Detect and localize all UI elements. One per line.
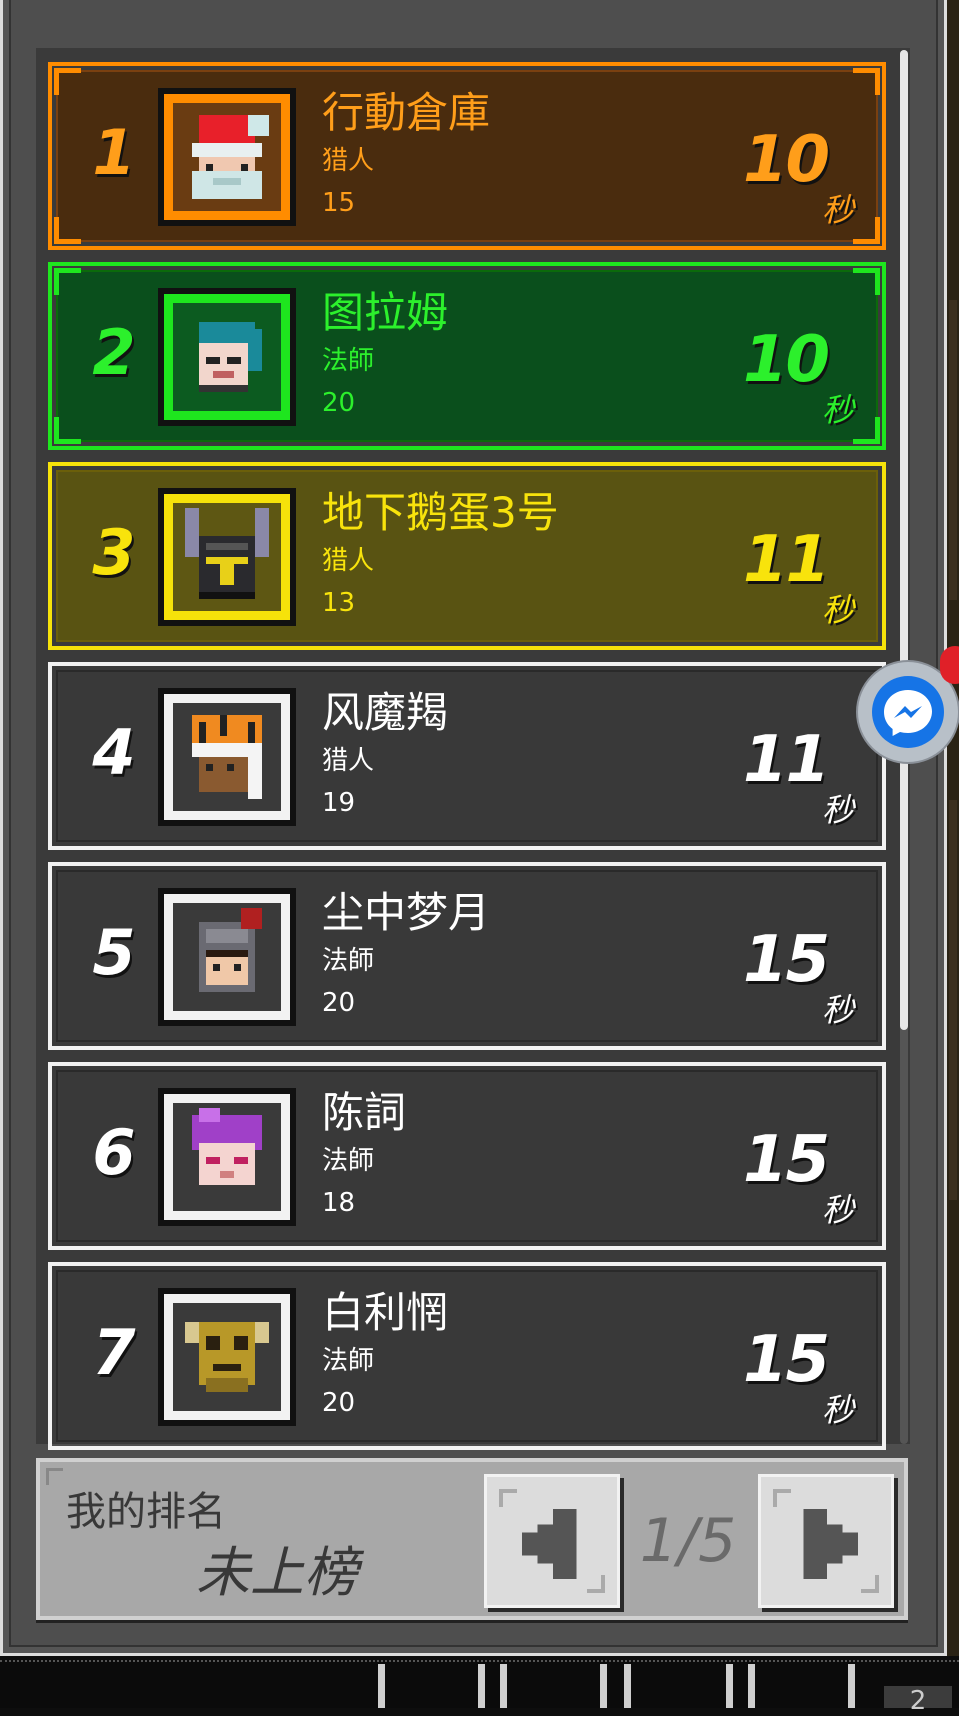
my-rank-value: 未上榜: [196, 1541, 358, 1604]
teal-hair-avatar-icon: [199, 322, 262, 392]
player-name: 地下鹅蛋3号: [322, 488, 559, 537]
time-unit: 秒: [821, 791, 854, 829]
leaderboard-row-2[interactable]: 2 图拉姆 法師 20 10 秒: [48, 262, 886, 450]
horned-helmet-avatar-icon: [185, 508, 269, 599]
time-unit: 秒: [821, 991, 854, 1029]
tiger-hood-avatar-icon: [192, 715, 262, 799]
leaderboard-row-3[interactable]: 3 地下鹅蛋3号 猎人 13 11 秒: [48, 462, 886, 650]
rank-number: 1: [92, 116, 136, 189]
time-unit: 秒: [821, 591, 854, 629]
clear-time: 10: [742, 323, 830, 397]
player-class: 猎人: [322, 746, 375, 776]
player-level: 19: [322, 788, 356, 818]
scrollbar-thumb[interactable]: [900, 50, 908, 1030]
player-avatar: [158, 1088, 296, 1226]
player-level: 20: [322, 988, 356, 1018]
player-level: 18: [322, 1188, 356, 1218]
purple-hair-avatar-icon: [192, 1108, 262, 1185]
rank-number: 4: [92, 716, 136, 789]
player-class: 猎人: [322, 546, 375, 576]
left-arrow-icon: [521, 1509, 577, 1579]
rank-number: 3: [92, 516, 136, 589]
messenger-icon: [884, 690, 932, 736]
time-unit: 秒: [821, 391, 854, 429]
clear-time: 10: [742, 123, 830, 197]
player-level: 13: [322, 588, 356, 618]
player-class: 法師: [322, 346, 375, 376]
bottom-bar: [0, 1660, 959, 1708]
leaderboard-row-4[interactable]: 4 风魔羯 猎人 19 11 秒: [48, 662, 886, 850]
player-name: 陈詞: [322, 1088, 407, 1137]
player-class: 猎人: [322, 146, 375, 176]
bottom-page-chip: 2: [884, 1686, 952, 1716]
player-avatar: [158, 888, 296, 1026]
clear-time: 11: [742, 723, 830, 797]
rank-number: 6: [92, 1116, 136, 1189]
player-class: 法師: [322, 946, 375, 976]
knight-helmet-avatar-icon: [199, 908, 262, 992]
right-arrow-icon: [803, 1509, 859, 1579]
player-avatar: [158, 1288, 296, 1426]
golden-skull-avatar-icon: [185, 1322, 269, 1392]
background-strip: [947, 0, 959, 1656]
player-level: 15: [322, 188, 356, 218]
time-unit: 秒: [821, 191, 854, 229]
clear-time: 15: [742, 1323, 830, 1397]
player-level: 20: [322, 1388, 356, 1418]
leaderboard-row-5[interactable]: 5 尘中梦月 法師 20 15 秒: [48, 862, 886, 1050]
santa-hat-avatar-icon: [192, 115, 269, 199]
player-class: 法師: [322, 1346, 375, 1376]
time-unit: 秒: [821, 1391, 854, 1429]
player-avatar: [158, 488, 296, 626]
player-name: 行動倉庫: [322, 88, 491, 137]
my-rank-panel: 我的排名 未上榜 1/5: [36, 1458, 908, 1620]
rank-number: 5: [92, 916, 136, 989]
my-rank-label: 我的排名: [66, 1489, 226, 1535]
player-name: 图拉姆: [322, 288, 449, 337]
player-level: 20: [322, 388, 356, 418]
player-class: 法師: [322, 1146, 375, 1176]
player-avatar: [158, 288, 296, 426]
player-avatar: [158, 88, 296, 226]
player-name: 尘中梦月: [322, 888, 491, 937]
clear-time: 11: [742, 523, 830, 597]
leaderboard-row-1[interactable]: 1 行動倉庫 猎人 15 10 秒: [48, 62, 886, 250]
clear-time: 15: [742, 1123, 830, 1197]
leaderboard-row-6[interactable]: 6 陈詞 法師 18 15 秒: [48, 1062, 886, 1250]
clear-time: 15: [742, 923, 830, 997]
time-unit: 秒: [821, 1191, 854, 1229]
player-name: 白利惘: [322, 1288, 449, 1337]
leaderboard-row-7[interactable]: 7 白利惘 法師 20 15 秒: [48, 1262, 886, 1450]
player-name: 风魔羯: [322, 688, 449, 737]
next-page-button[interactable]: [758, 1474, 894, 1608]
rank-number: 7: [92, 1316, 136, 1389]
rank-number: 2: [92, 316, 136, 389]
notification-badge: [940, 646, 959, 684]
prev-page-button[interactable]: [484, 1474, 620, 1608]
player-avatar: [158, 688, 296, 826]
page-indicator: 1/5: [639, 1506, 737, 1576]
